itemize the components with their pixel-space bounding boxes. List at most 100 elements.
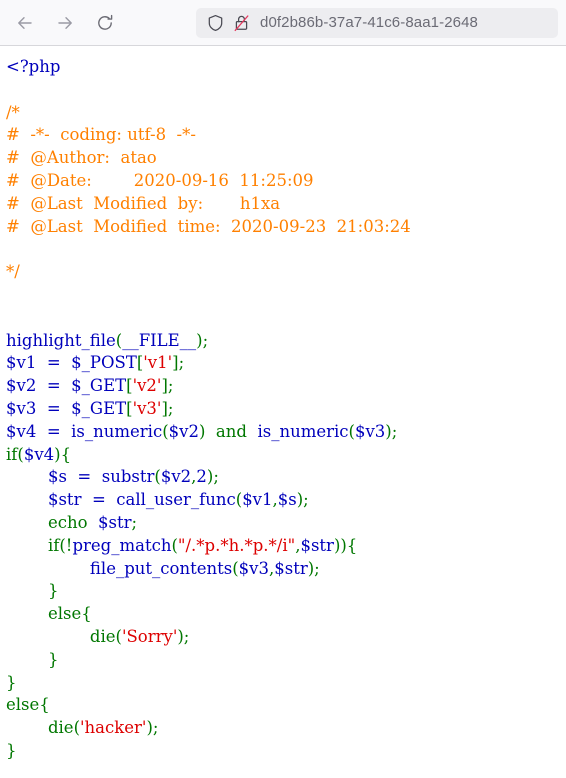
code-token: ]; bbox=[161, 376, 174, 396]
lock-crossed-out-icon[interactable] bbox=[228, 10, 254, 36]
code-token: # @Last Modified time: 2020-09-23 21:03:… bbox=[6, 216, 411, 236]
address-bar[interactable]: d0f2b86b-37a7-41c6-8aa1-2648 bbox=[196, 7, 558, 38]
code-token: /* bbox=[6, 102, 20, 122]
back-arrow-icon bbox=[15, 13, 35, 33]
code-line: $v4 = is_numeric($v2) and is_numeric($v3… bbox=[6, 422, 397, 441]
code-token: "/.*p.*h.*p.*/i" bbox=[177, 535, 296, 555]
code-token: 'v1' bbox=[143, 353, 173, 373]
code-token: $_POST bbox=[71, 353, 137, 373]
back-button[interactable] bbox=[8, 6, 42, 40]
code-token: ); bbox=[196, 330, 209, 350]
code-token: # @Author: atao bbox=[6, 148, 157, 168]
code-token: = bbox=[36, 353, 72, 373]
code-token: 2 bbox=[196, 467, 207, 487]
code-token: ]; bbox=[172, 353, 185, 373]
code-token: $str bbox=[274, 558, 308, 578]
code-token: $s bbox=[277, 490, 297, 510]
code-token: { bbox=[60, 444, 72, 464]
code-token: ); bbox=[206, 467, 219, 487]
code-token: $str bbox=[300, 535, 334, 555]
code-token: } bbox=[6, 740, 17, 760]
code-token: 'v2' bbox=[132, 376, 162, 396]
shield-icon[interactable] bbox=[202, 10, 228, 36]
code-token: { bbox=[39, 695, 50, 715]
code-line: # -*- coding: utf-8 -*- bbox=[6, 125, 196, 144]
code-token: preg_match bbox=[72, 535, 172, 555]
code-token: $v3 bbox=[354, 421, 386, 441]
code-line: die('Sorry'); bbox=[6, 627, 189, 646]
code-token: and bbox=[215, 421, 247, 441]
code-line: /* bbox=[6, 103, 20, 122]
code-token: is_numeric bbox=[257, 421, 349, 441]
code-line: if(!preg_match("/.*p.*h.*p.*/i",$str)){ bbox=[6, 536, 357, 555]
code-line: $v2 = $_GET['v2']; bbox=[6, 376, 173, 395]
code-token: is_numeric bbox=[71, 421, 163, 441]
code-token: __FILE__ bbox=[122, 330, 197, 350]
page-content: <?php /* # -*- coding: utf-8 -*- # @Auth… bbox=[0, 46, 566, 778]
code-token: $v1 bbox=[242, 490, 273, 510]
code-token: # -*- coding: utf-8 -*- bbox=[6, 125, 196, 145]
code-token: $str bbox=[47, 490, 82, 510]
code-line: # @Date: 2020-09-16 11:25:09 bbox=[6, 171, 314, 190]
code-token: call_user_func bbox=[116, 490, 236, 510]
code-token: 'Sorry' bbox=[121, 626, 178, 646]
code-line: # @Last Modified time: 2020-09-23 21:03:… bbox=[6, 217, 411, 236]
code-token: = bbox=[66, 467, 102, 487]
code-token: if bbox=[6, 444, 18, 464]
code-token: $v3 bbox=[238, 558, 269, 578]
code-token: $str bbox=[98, 512, 132, 532]
code-token: = bbox=[36, 376, 72, 396]
code-token: $_GET bbox=[71, 398, 127, 418]
code-token: ); bbox=[385, 421, 398, 441]
code-token: $_GET bbox=[71, 376, 127, 396]
forward-button[interactable] bbox=[48, 6, 82, 40]
url-text[interactable]: d0f2b86b-37a7-41c6-8aa1-2648 bbox=[260, 14, 478, 31]
code-token: } bbox=[6, 672, 17, 692]
code-line: <?php bbox=[6, 57, 60, 76]
code-token: ); bbox=[307, 558, 320, 578]
code-token: # @Date: 2020-09-16 11:25:09 bbox=[6, 170, 314, 190]
code-token: = bbox=[36, 398, 72, 418]
code-token: if bbox=[47, 535, 60, 555]
code-token: 'hacker' bbox=[80, 718, 147, 738]
code-token: = bbox=[81, 490, 117, 510]
code-line: $v3 = $_GET['v3']; bbox=[6, 399, 173, 418]
browser-toolbar: d0f2b86b-37a7-41c6-8aa1-2648 bbox=[0, 0, 566, 46]
code-token: die bbox=[89, 626, 116, 646]
code-token: } bbox=[47, 581, 59, 601]
code-token: ); bbox=[177, 626, 190, 646]
code-token: $v2 bbox=[6, 376, 37, 396]
code-token: die bbox=[47, 718, 74, 738]
code-token: )){ bbox=[333, 535, 358, 555]
code-token: $s bbox=[47, 467, 67, 487]
code-token: $v1 bbox=[6, 353, 37, 373]
php-source-code: <?php /* # -*- coding: utf-8 -*- # @Auth… bbox=[0, 46, 566, 763]
code-token: $v3 bbox=[6, 398, 37, 418]
code-line: } bbox=[6, 581, 59, 601]
reload-button[interactable] bbox=[88, 6, 122, 40]
code-token: substr bbox=[101, 467, 155, 487]
code-line: else{ bbox=[6, 604, 92, 623]
code-line: */ bbox=[6, 262, 20, 281]
code-token: = bbox=[36, 421, 72, 441]
code-token: # @Last Modified by: h1xa bbox=[6, 193, 281, 213]
code-token: ]; bbox=[161, 398, 174, 418]
code-line: $str = call_user_func($v1,$s); bbox=[6, 490, 309, 509]
code-token: $v4 bbox=[6, 421, 37, 441]
code-line: echo $str; bbox=[6, 513, 137, 532]
code-token: highlight_file bbox=[6, 330, 116, 350]
code-token: ; bbox=[131, 512, 138, 532]
code-token: echo bbox=[47, 512, 88, 532]
code-line: } bbox=[6, 741, 17, 760]
code-line: else{ bbox=[6, 695, 50, 714]
